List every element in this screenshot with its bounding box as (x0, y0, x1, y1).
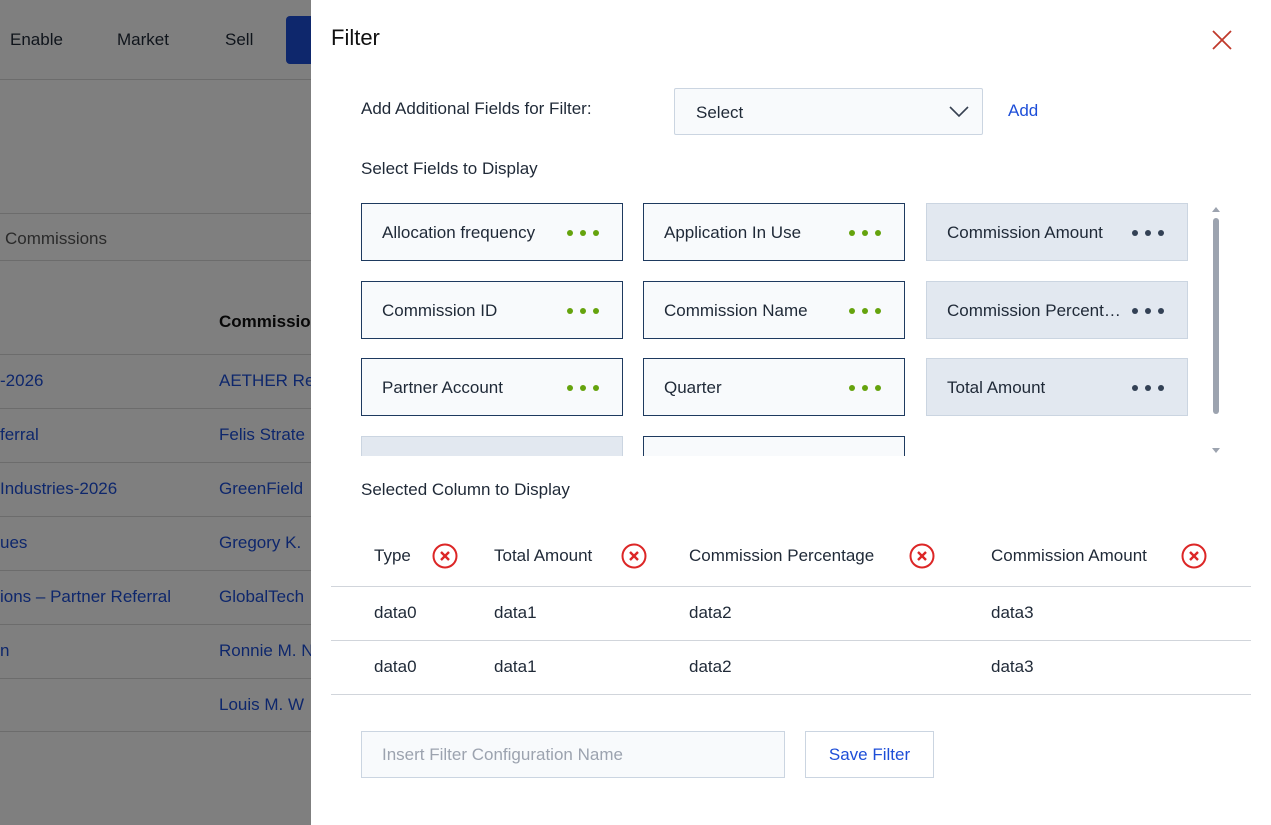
field-card[interactable]: Partner Account (361, 358, 623, 416)
remove-icon (909, 543, 935, 569)
field-select-dropdown[interactable]: Select (674, 88, 983, 135)
table-cell: data2 (689, 657, 732, 676)
scroll-thumb[interactable] (1213, 218, 1219, 414)
table-cell: data0 (374, 603, 417, 622)
field-card-selected[interactable]: Commission Percentage (926, 281, 1188, 339)
more-options-icon[interactable] (848, 384, 882, 392)
drawer-title: Filter (331, 25, 380, 50)
select-value: Select (696, 103, 744, 122)
scroll-up-icon[interactable] (1210, 204, 1222, 214)
remove-column-button[interactable] (621, 543, 647, 569)
add-field-button[interactable]: Add (1008, 101, 1038, 121)
field-card-selected[interactable] (361, 436, 623, 456)
save-filter-button[interactable]: Save Filter (805, 731, 934, 778)
table-cell: data3 (991, 657, 1034, 676)
scroll-down-icon[interactable] (1210, 446, 1222, 456)
more-options-icon[interactable] (848, 307, 882, 315)
remove-icon (1181, 543, 1207, 569)
field-label: Application In Use (664, 223, 802, 242)
column-header-commission-percentage: Commission Percentage (689, 546, 875, 565)
column-header-commission-amount: Commission Amount (991, 546, 1147, 565)
field-label: Commission Percentage (947, 301, 1127, 320)
table-cell: data1 (494, 657, 537, 676)
fields-section-label: Select Fields to Display (361, 159, 538, 178)
field-card[interactable]: Commission Name (643, 281, 905, 339)
remove-column-button[interactable] (432, 543, 458, 569)
close-icon (1212, 30, 1232, 50)
field-card[interactable]: Quarter (643, 358, 905, 416)
close-button[interactable] (1209, 27, 1235, 53)
field-card[interactable] (643, 436, 905, 456)
field-label: Quarter (664, 378, 722, 397)
selected-columns-table: Type Total Amount Commission Percentage … (331, 530, 1251, 695)
selected-section-label: Selected Column to Display (361, 480, 570, 499)
remove-column-button[interactable] (1181, 543, 1207, 569)
more-options-icon[interactable] (848, 229, 882, 237)
field-label: Commission Name (664, 301, 808, 320)
remove-icon (621, 543, 647, 569)
table-cell: data3 (991, 603, 1034, 622)
more-options-icon[interactable] (1131, 229, 1165, 237)
more-options-icon[interactable] (1131, 307, 1165, 315)
remove-column-button[interactable] (909, 543, 935, 569)
field-label: Allocation frequency (382, 223, 536, 242)
fields-scrollbar[interactable] (1210, 204, 1222, 456)
more-options-icon[interactable] (566, 384, 600, 392)
table-cell: data2 (689, 603, 732, 622)
filter-drawer: Filter Add Additional Fields for Filter:… (311, 0, 1271, 825)
field-card-selected[interactable]: Total Amount (926, 358, 1188, 416)
field-label: Total Amount (947, 378, 1046, 397)
field-label: Commission ID (382, 301, 498, 320)
field-label: Commission Amount (947, 223, 1103, 242)
column-header-type: Type (374, 546, 411, 565)
table-row: data0 data1 data2 data3 (331, 587, 1251, 641)
field-label: Partner Account (382, 378, 503, 397)
more-options-icon[interactable] (1131, 384, 1165, 392)
field-card[interactable]: Application In Use (643, 203, 905, 261)
table-cell: data1 (494, 603, 537, 622)
field-card[interactable]: Commission ID (361, 281, 623, 339)
table-row: data0 data1 data2 data3 (331, 641, 1251, 695)
column-header-total-amount: Total Amount (494, 546, 593, 565)
filter-name-input[interactable] (361, 731, 785, 778)
fields-grid: Allocation frequency Application In Use … (361, 203, 1211, 456)
more-options-icon[interactable] (566, 307, 600, 315)
table-cell: data0 (374, 657, 417, 676)
table-header: Type Total Amount Commission Percentage … (331, 530, 1251, 587)
chevron-down-icon (949, 106, 969, 118)
add-fields-label: Add Additional Fields for Filter: (361, 99, 592, 118)
field-card-selected[interactable]: Commission Amount (926, 203, 1188, 261)
remove-icon (432, 543, 458, 569)
more-options-icon[interactable] (566, 229, 600, 237)
field-card[interactable]: Allocation frequency (361, 203, 623, 261)
